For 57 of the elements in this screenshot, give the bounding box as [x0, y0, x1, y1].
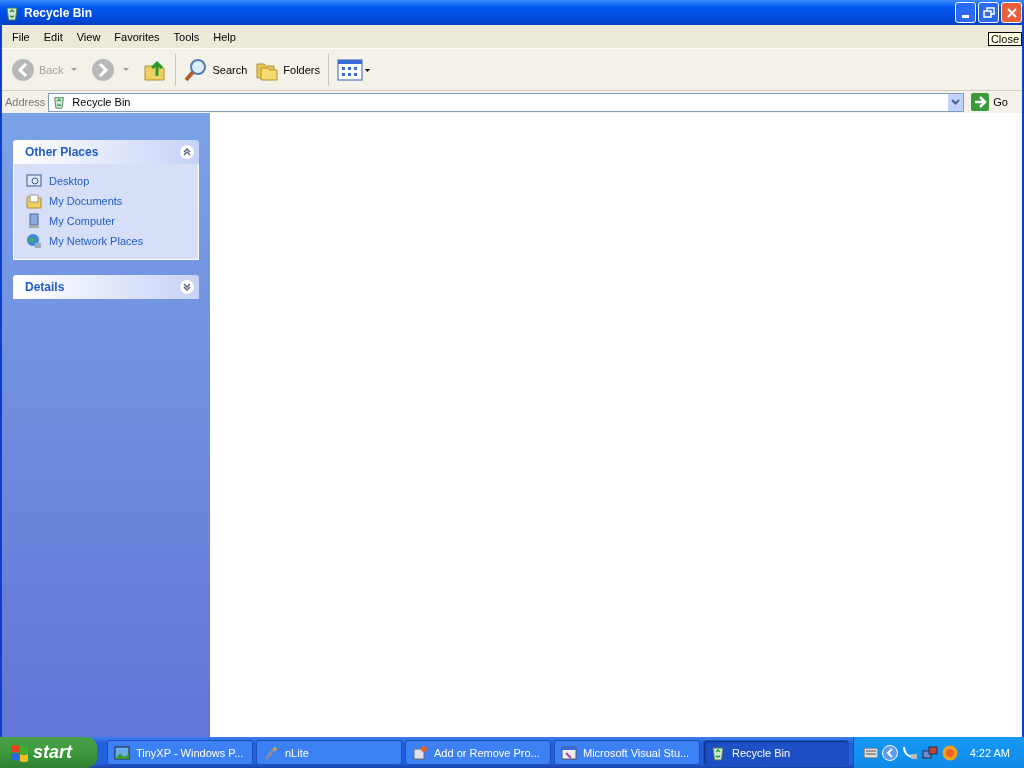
close-icon — [1005, 6, 1018, 19]
start-button[interactable]: start — [0, 737, 97, 768]
dropdown-arrow-icon — [71, 68, 78, 71]
taskbar-button[interactable]: TinyXP - Windows P... — [107, 740, 253, 765]
image-icon — [114, 744, 130, 761]
recycle-bin-icon — [710, 744, 726, 761]
arrow-icon — [971, 93, 990, 111]
taskbar-button[interactable]: Recycle Bin — [703, 740, 849, 765]
network-icon[interactable] — [901, 744, 918, 761]
search-button[interactable]: Search — [181, 55, 251, 84]
tooltip: Close — [987, 32, 1022, 46]
search-icon — [184, 57, 209, 82]
minimize-button[interactable] — [955, 2, 976, 23]
place-link[interactable]: My Documents — [26, 193, 198, 209]
window-title: Recycle Bin — [24, 5, 94, 20]
menu-item[interactable]: Favorites — [107, 30, 167, 43]
taskbar-button[interactable]: nLite — [256, 740, 402, 765]
dropdown-button[interactable] — [948, 93, 964, 111]
views-icon — [337, 58, 371, 81]
clock: 4:22 AM — [969, 746, 1010, 759]
programs-icon — [412, 744, 428, 761]
go-button[interactable]: Go — [967, 93, 1022, 111]
restore-button[interactable] — [978, 2, 999, 23]
keyboard-icon[interactable] — [863, 747, 878, 758]
address-label: Address — [5, 96, 46, 108]
recycle-bin-icon — [52, 95, 67, 109]
menu-item[interactable]: File — [5, 30, 37, 43]
minimize-icon — [962, 15, 969, 18]
folders-button[interactable]: Folders — [252, 55, 323, 84]
expand-icon[interactable] — [179, 279, 195, 295]
folder-icon — [26, 193, 42, 209]
menu-item[interactable]: Help — [206, 30, 243, 43]
place-link[interactable]: Desktop — [26, 173, 198, 189]
taskbar-button[interactable]: Add or Remove Pro... — [405, 740, 551, 765]
close-button[interactable] — [1001, 2, 1022, 23]
place-link[interactable]: My Computer — [26, 213, 198, 229]
dropdown-arrow-icon — [123, 68, 130, 71]
flag-icon — [9, 743, 29, 762]
computer-icon — [26, 213, 42, 229]
collapse-icon[interactable] — [179, 144, 195, 160]
globe-icon — [26, 233, 42, 249]
tool-icon — [263, 744, 279, 761]
window-icon — [561, 744, 577, 761]
panel-header[interactable]: Details — [13, 275, 199, 299]
menu-item[interactable]: Tools — [166, 30, 207, 43]
taskbar-button[interactable]: Microsoft Visual Stu... — [554, 740, 700, 765]
place-link[interactable]: My Network Places — [26, 233, 198, 249]
address-field[interactable]: Recycle Bin — [48, 92, 965, 112]
chevron-down-icon — [951, 99, 961, 105]
desktop-icon — [26, 173, 42, 189]
menu-item[interactable]: Edit — [36, 30, 70, 43]
panel-header[interactable]: Other Places — [13, 140, 199, 164]
monitors-icon[interactable] — [921, 744, 938, 761]
recycle-bin-icon — [4, 4, 20, 21]
chevron-left-icon[interactable] — [881, 744, 898, 761]
menu-item[interactable]: View — [69, 30, 108, 43]
restore-icon — [982, 6, 995, 19]
